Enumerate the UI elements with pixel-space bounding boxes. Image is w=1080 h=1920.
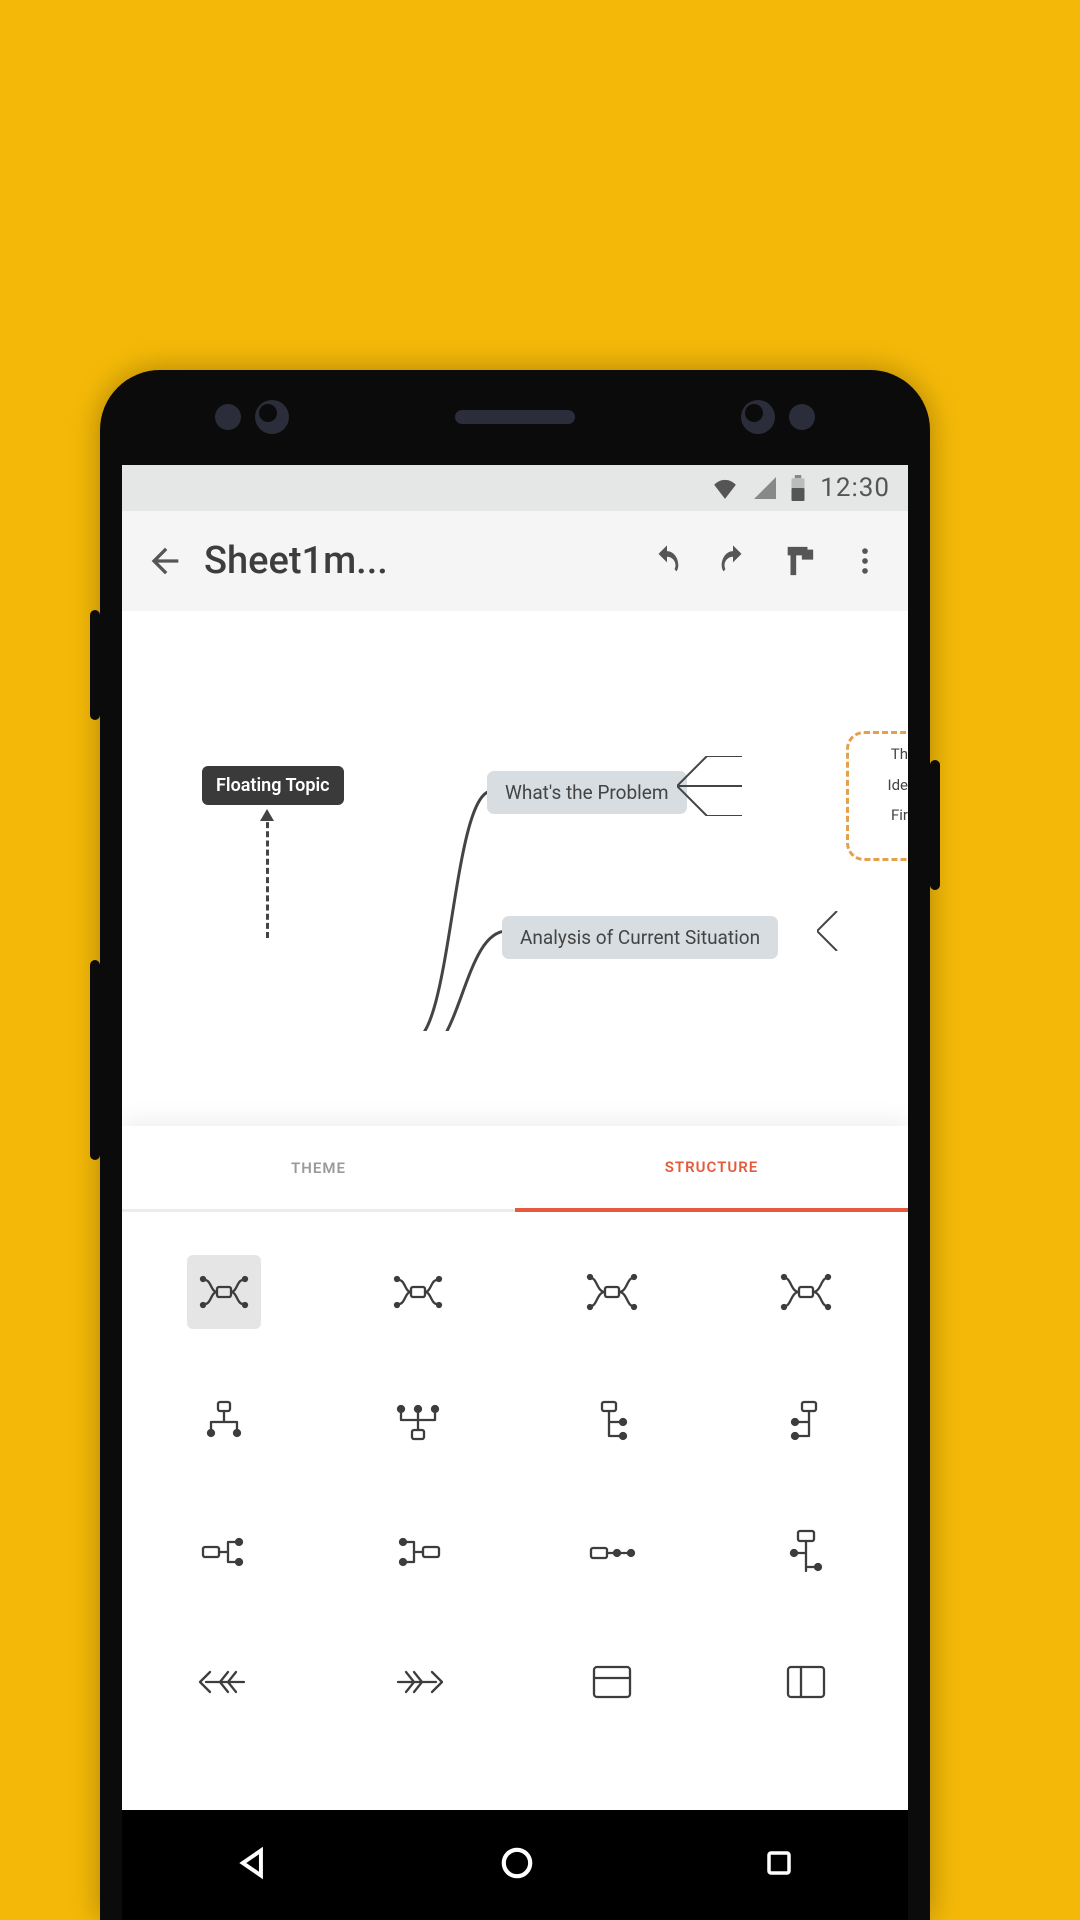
tab-structure[interactable]: STRUCTURE	[515, 1126, 908, 1212]
angle-connector	[677, 756, 742, 816]
structure-map-balanced[interactable]	[132, 1232, 316, 1352]
structure-grid	[122, 1212, 908, 1762]
structure-tree-right[interactable]	[520, 1362, 704, 1482]
format-panel: THEME STRUCTURE	[122, 1126, 908, 1810]
mindmap-canvas[interactable]: Floating Topic What's the Problem Analys…	[122, 611, 908, 1031]
structure-tree-left[interactable]	[714, 1362, 898, 1482]
structure-map-clockwise[interactable]	[326, 1232, 510, 1352]
panel-tabs: THEME STRUCTURE	[122, 1126, 908, 1212]
subtopic-label[interactable]: Fir	[891, 806, 908, 824]
dashed-connector	[266, 813, 269, 938]
screen: 12:30 Sheet1m... Floating Topic What's t…	[122, 465, 908, 1920]
nav-back-button[interactable]	[236, 1846, 270, 1884]
document-title[interactable]: Sheet1m...	[198, 539, 634, 583]
format-button[interactable]	[766, 528, 832, 594]
structure-org-down[interactable]	[132, 1362, 316, 1482]
menu-overflow-button[interactable]	[832, 528, 898, 594]
signal-icon	[752, 477, 776, 499]
structure-logic-right[interactable]	[132, 1492, 316, 1612]
tab-theme[interactable]: THEME	[122, 1126, 515, 1209]
structure-timeline-vertical[interactable]	[714, 1492, 898, 1612]
structure-fishbone-right[interactable]	[326, 1622, 510, 1742]
branch-connector	[412, 921, 507, 1031]
subtopic-label[interactable]: Ide	[888, 776, 909, 794]
undo-button[interactable]	[634, 528, 700, 594]
structure-map-variant-3[interactable]	[520, 1232, 704, 1352]
battery-icon	[790, 475, 806, 501]
topic-node-problem[interactable]: What's the Problem	[487, 771, 687, 814]
phone-frame: 12:30 Sheet1m... Floating Topic What's t…	[100, 370, 930, 1920]
status-time: 12:30	[820, 473, 890, 503]
structure-matrix[interactable]	[714, 1622, 898, 1742]
status-bar: 12:30	[122, 465, 908, 511]
floating-topic-node[interactable]: Floating Topic	[202, 766, 344, 805]
phone-bezel-top	[100, 370, 930, 465]
structure-map-variant-4[interactable]	[714, 1232, 898, 1352]
structure-timeline-horizontal[interactable]	[520, 1492, 704, 1612]
nav-recent-button[interactable]	[764, 1848, 794, 1882]
angle-connector	[817, 911, 857, 951]
android-navbar	[122, 1810, 908, 1920]
phone-side-button	[930, 760, 940, 890]
back-button[interactable]	[132, 528, 198, 594]
topic-node-analysis[interactable]: Analysis of Current Situation	[502, 916, 778, 959]
structure-spreadsheet[interactable]	[520, 1622, 704, 1742]
phone-side-button	[90, 610, 100, 720]
wifi-icon	[712, 477, 738, 499]
app-toolbar: Sheet1m...	[122, 511, 908, 611]
structure-fishbone-left[interactable]	[132, 1622, 316, 1742]
phone-side-button	[90, 960, 100, 1160]
subtopic-label[interactable]: Th	[891, 745, 908, 763]
nav-home-button[interactable]	[499, 1845, 535, 1885]
structure-org-up[interactable]	[326, 1362, 510, 1482]
structure-logic-left[interactable]	[326, 1492, 510, 1612]
redo-button[interactable]	[700, 528, 766, 594]
